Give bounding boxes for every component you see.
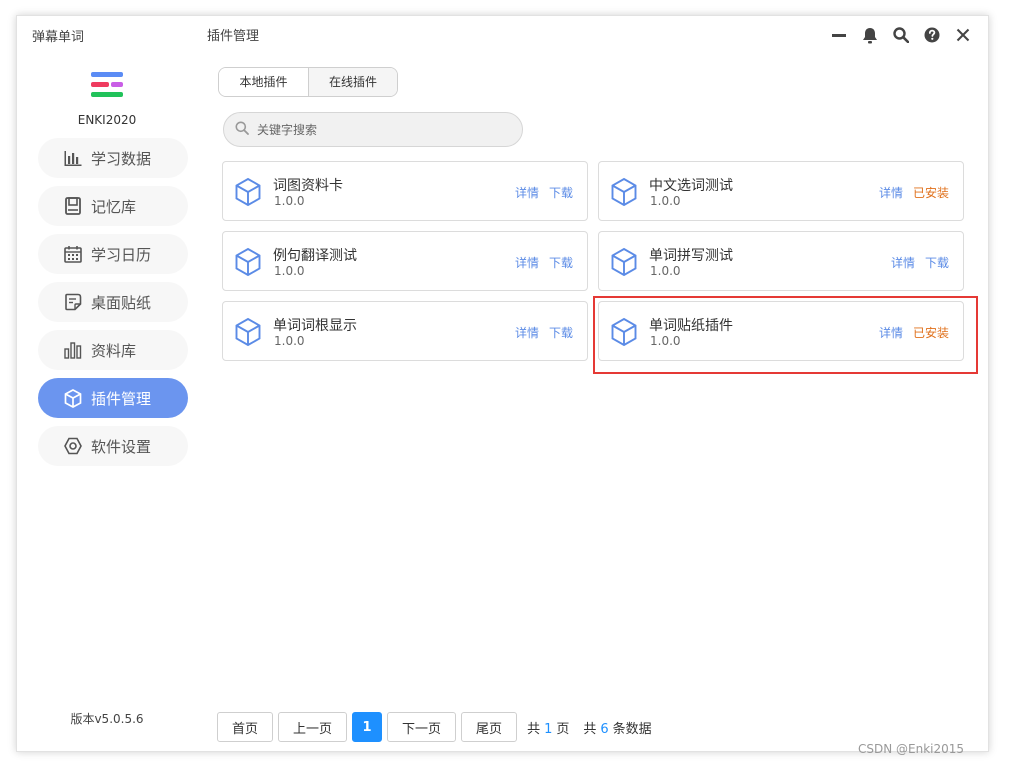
plugin-card: 单词词根显示 1.0.0 详情 下载 [222,301,588,361]
last-page-button[interactable]: 尾页 [461,712,518,742]
first-page-button[interactable]: 首页 [217,712,274,742]
sidebar-item-study-data[interactable]: 学习数据 [38,138,188,178]
username: ENKI2020 [77,113,137,127]
plugin-version: 1.0.0 [274,264,305,278]
sidebar-item-label: 资料库 [91,341,137,360]
plugin-icon [63,388,83,408]
total-pages: 共1页 [527,718,569,737]
search-icon[interactable] [885,22,916,48]
detail-link[interactable]: 详情 [515,254,539,271]
sidebar-item-label: 软件设置 [91,437,152,456]
sidebar-item-calendar[interactable]: 学习日历 [38,234,188,274]
download-link[interactable]: 下载 [925,254,949,271]
version-label: 版本v5.0.5.6 [70,712,144,726]
app-window: 弹幕单词 插件管理 ENKI2020 学习数据 记忆库 学习日历 桌面贴纸 资料… [16,15,989,752]
sidebar-item-memory[interactable]: 记忆库 [38,186,188,226]
sidebar-item-settings[interactable]: 软件设置 [38,426,188,466]
download-link[interactable]: 下载 [549,254,573,271]
plugin-name: 单词词根显示 [273,318,357,334]
plugin-card: 单词贴纸插件 1.0.0 详情 已安装 [598,301,964,361]
total-items-suffix: 条数据 [612,721,652,737]
plugin-card: 词图资料卡 1.0.0 详情 下载 [222,161,588,221]
installed-label[interactable]: 已安装 [913,324,949,341]
cube-icon [235,247,261,277]
tab-online-plugins[interactable]: 在线插件 [308,68,397,96]
cube-icon [611,317,637,347]
calendar-icon [63,244,83,264]
cube-icon [611,177,637,207]
search-box [223,112,523,147]
watermark: CSDN @Enki2015 [858,742,965,756]
plugin-card: 例句翻译测试 1.0.0 详情 下载 [222,231,588,291]
total-pages-prefix: 共 [527,721,541,737]
detail-link[interactable]: 详情 [515,184,539,201]
sidebar-item-sticker[interactable]: 桌面贴纸 [38,282,188,322]
total-items-count: 6 [600,721,609,737]
plugin-version: 1.0.0 [650,334,681,348]
window-controls [823,22,978,48]
sidebar-item-label: 学习日历 [91,245,152,264]
next-page-button[interactable]: 下一页 [387,712,457,742]
search-icon [235,120,249,139]
help-icon[interactable] [916,22,947,48]
total-items: 共 6 条数据 [583,718,651,737]
pagination: 首页 上一页 1 下一页 尾页 共1页 共 6 条数据 [217,712,652,742]
library-icon [63,340,83,360]
total-pages-count: 1 [544,721,553,737]
plugin-name: 单词拼写测试 [649,248,733,264]
plugin-tabs: 本地插件 在线插件 [218,67,398,97]
plugin-name: 词图资料卡 [273,178,343,194]
plugin-card: 单词拼写测试 1.0.0 详情 下载 [598,231,964,291]
settings-icon [63,436,83,456]
sidebar-item-label: 学习数据 [91,149,152,168]
sidebar-item-label: 记忆库 [91,197,137,216]
cube-icon [611,247,637,277]
installed-label[interactable]: 已安装 [913,184,949,201]
download-link[interactable]: 下载 [549,324,573,341]
detail-link[interactable]: 详情 [891,254,915,271]
current-page-button[interactable]: 1 [352,712,383,742]
bell-icon[interactable] [854,22,885,48]
plugin-name: 单词贴纸插件 [649,318,733,334]
app-logo [90,72,124,100]
search-input[interactable] [257,122,497,137]
plugin-card: 中文选词测试 1.0.0 详情 已安装 [598,161,964,221]
plugin-version: 1.0.0 [650,194,681,208]
cube-icon [235,317,261,347]
sidebar: 学习数据 记忆库 学习日历 桌面贴纸 资料库 插件管理 软件设置 [38,138,188,474]
plugin-version: 1.0.0 [650,264,681,278]
detail-link[interactable]: 详情 [515,324,539,341]
sidebar-item-plugins[interactable]: 插件管理 [38,378,188,418]
plugin-version: 1.0.0 [274,194,305,208]
plugin-name: 例句翻译测试 [273,248,357,264]
total-pages-suffix: 页 [556,721,570,737]
detail-link[interactable]: 详情 [879,324,903,341]
total-items-prefix: 共 [583,721,597,737]
tab-local-plugins[interactable]: 本地插件 [219,68,308,96]
close-icon[interactable] [947,22,978,48]
download-link[interactable]: 下载 [549,184,573,201]
page-title: 插件管理 [207,29,260,44]
sidebar-item-library[interactable]: 资料库 [38,330,188,370]
plugin-name: 中文选词测试 [649,178,733,194]
book-icon [63,196,83,216]
bar-chart-icon [63,148,83,168]
detail-link[interactable]: 详情 [879,184,903,201]
sticker-icon [63,292,83,312]
app-title: 弹幕单词 [32,30,85,45]
sidebar-item-label: 插件管理 [91,389,152,408]
sidebar-item-label: 桌面贴纸 [91,293,152,312]
plugin-version: 1.0.0 [274,334,305,348]
cube-icon [235,177,261,207]
prev-page-button[interactable]: 上一页 [278,712,348,742]
minimize-icon[interactable] [823,22,854,48]
